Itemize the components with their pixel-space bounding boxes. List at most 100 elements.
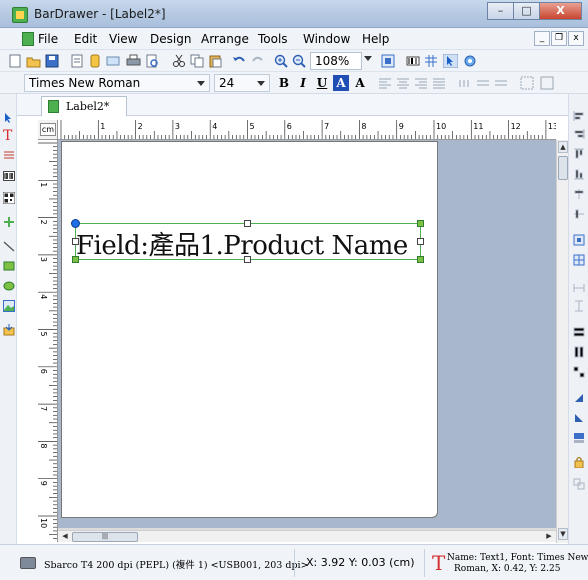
menu-window[interactable]: Window [303, 32, 350, 46]
align-left-edges-icon[interactable] [573, 110, 585, 122]
vertical-scroll-thumb[interactable] [558, 156, 568, 180]
align-top-edges-icon[interactable] [573, 148, 585, 160]
horizontal-scroll-thumb[interactable]: ||| [72, 532, 138, 542]
page-setup-icon[interactable] [70, 54, 85, 68]
cut-icon[interactable] [172, 54, 187, 68]
text-tool-icon[interactable]: T [3, 129, 15, 143]
ruler-corner[interactable]: cm [38, 120, 58, 140]
document-icon[interactable] [22, 32, 34, 46]
status-printer[interactable]: Sbarco T4 200 dpi (PEPL) (複件 1) <USB001,… [44, 557, 309, 571]
center-in-label-icon[interactable] [573, 234, 585, 246]
save-icon[interactable] [45, 54, 60, 68]
space-vertical-icon[interactable] [573, 300, 585, 312]
resize-handle-bottom-right[interactable] [417, 256, 424, 263]
menu-view[interactable]: View [109, 32, 137, 46]
rotation-handle[interactable] [71, 219, 80, 228]
fit-text-icon[interactable] [540, 76, 555, 90]
horizontal-scrollbar[interactable]: ◀ ||| ▶ [58, 530, 556, 542]
print-icon[interactable] [126, 54, 141, 68]
scroll-down-button[interactable]: ▼ [558, 528, 568, 540]
print-preview-icon[interactable] [145, 54, 160, 68]
same-height-icon[interactable] [573, 346, 585, 358]
redo-icon[interactable] [250, 54, 265, 68]
center-both-icon[interactable] [573, 254, 585, 266]
menu-edit[interactable]: Edit [74, 32, 97, 46]
printer-icon[interactable] [20, 557, 36, 569]
resize-handle-bottom[interactable] [244, 256, 251, 263]
group-icon[interactable] [573, 478, 585, 490]
menu-tools[interactable]: Tools [258, 32, 288, 46]
text-direction-icon[interactable] [476, 76, 491, 90]
menu-help[interactable]: Help [362, 32, 389, 46]
maximize-button[interactable]: □ [513, 2, 540, 20]
new-icon[interactable] [8, 54, 23, 68]
zoom-select[interactable]: 108% [310, 52, 362, 70]
paragraph-tool-icon[interactable] [3, 150, 15, 162]
database-icon[interactable] [88, 54, 103, 68]
font-family-select[interactable]: Times New Roman [24, 74, 210, 92]
mdi-restore-button[interactable]: ❐ [551, 31, 567, 46]
ruler-unit[interactable]: cm [40, 123, 56, 136]
barcode-wizard-icon[interactable] [406, 54, 421, 68]
same-width-icon[interactable] [573, 326, 585, 338]
cross-tool-icon[interactable] [3, 216, 15, 228]
resize-handle-top-right[interactable] [417, 220, 424, 227]
select-tool-icon[interactable] [443, 54, 458, 68]
text-field-object[interactable]: Field:產品1.Product Name [76, 225, 408, 262]
italic-button[interactable]: I [295, 75, 311, 91]
properties-icon[interactable] [463, 54, 478, 68]
chevron-down-icon[interactable] [364, 56, 372, 61]
fit-page-icon[interactable] [381, 54, 396, 68]
scroll-left-button[interactable]: ◀ [59, 532, 71, 542]
paste-icon[interactable] [208, 54, 223, 68]
menu-arrange[interactable]: Arrange [201, 32, 249, 46]
align-right-edges-icon[interactable] [573, 128, 585, 140]
tab-label2[interactable]: Label2* [41, 96, 127, 116]
font-grow-button[interactable]: A [352, 75, 368, 91]
picture-tool-icon[interactable] [3, 300, 15, 312]
import-tool-icon[interactable] [3, 324, 15, 336]
align-right-icon[interactable] [414, 76, 429, 90]
mdi-minimize-button[interactable]: _ [534, 31, 550, 46]
fit-frame-icon[interactable] [520, 76, 535, 90]
chevron-down-icon[interactable] [197, 81, 205, 86]
resize-handle-right[interactable] [417, 238, 424, 245]
label-paper[interactable] [61, 141, 438, 518]
ellipse-tool-icon[interactable] [3, 280, 15, 292]
font-color-button[interactable]: A [333, 75, 349, 91]
align-center-horizontal-icon[interactable] [573, 188, 585, 200]
bold-button[interactable]: B [276, 75, 292, 91]
lock-icon[interactable] [573, 456, 585, 468]
justify-icon[interactable] [432, 76, 447, 90]
align-left-icon[interactable] [378, 76, 393, 90]
zoom-out-icon[interactable] [292, 54, 307, 68]
close-button[interactable]: X [539, 2, 582, 20]
minimize-button[interactable]: – [487, 2, 514, 20]
same-size-icon[interactable] [573, 366, 585, 378]
scroll-right-button[interactable]: ▶ [543, 532, 555, 542]
align-bottom-edges-icon[interactable] [573, 168, 585, 180]
font-size-select[interactable]: 24 [214, 74, 270, 92]
rectangle-tool-icon[interactable] [3, 260, 15, 272]
resize-handle-bottom-left[interactable] [72, 256, 79, 263]
resize-handle-left[interactable] [72, 238, 79, 245]
space-horizontal-icon[interactable] [573, 282, 585, 294]
line-tool-icon[interactable] [3, 240, 15, 252]
text-spacing-icon[interactable] [458, 76, 473, 90]
zoom-in-icon[interactable] [274, 54, 289, 68]
text-case-icon[interactable] [494, 76, 509, 90]
copy-icon[interactable] [190, 54, 205, 68]
scroll-up-button[interactable]: ▲ [558, 141, 568, 153]
rotate-right-icon[interactable] [573, 412, 585, 424]
vertical-scrollbar[interactable]: ▲ ▼ [556, 140, 568, 543]
undo-icon[interactable] [232, 54, 247, 68]
zoom-100-icon[interactable] [573, 432, 585, 444]
open-icon[interactable] [26, 54, 41, 68]
pointer-tool-icon[interactable] [3, 112, 15, 124]
rotate-left-icon[interactable] [573, 392, 585, 404]
grid-icon[interactable] [424, 54, 439, 68]
menu-file[interactable]: File [38, 32, 58, 46]
align-center-icon[interactable] [396, 76, 411, 90]
align-center-vertical-icon[interactable] [573, 208, 585, 220]
chevron-down-icon[interactable] [257, 81, 265, 86]
